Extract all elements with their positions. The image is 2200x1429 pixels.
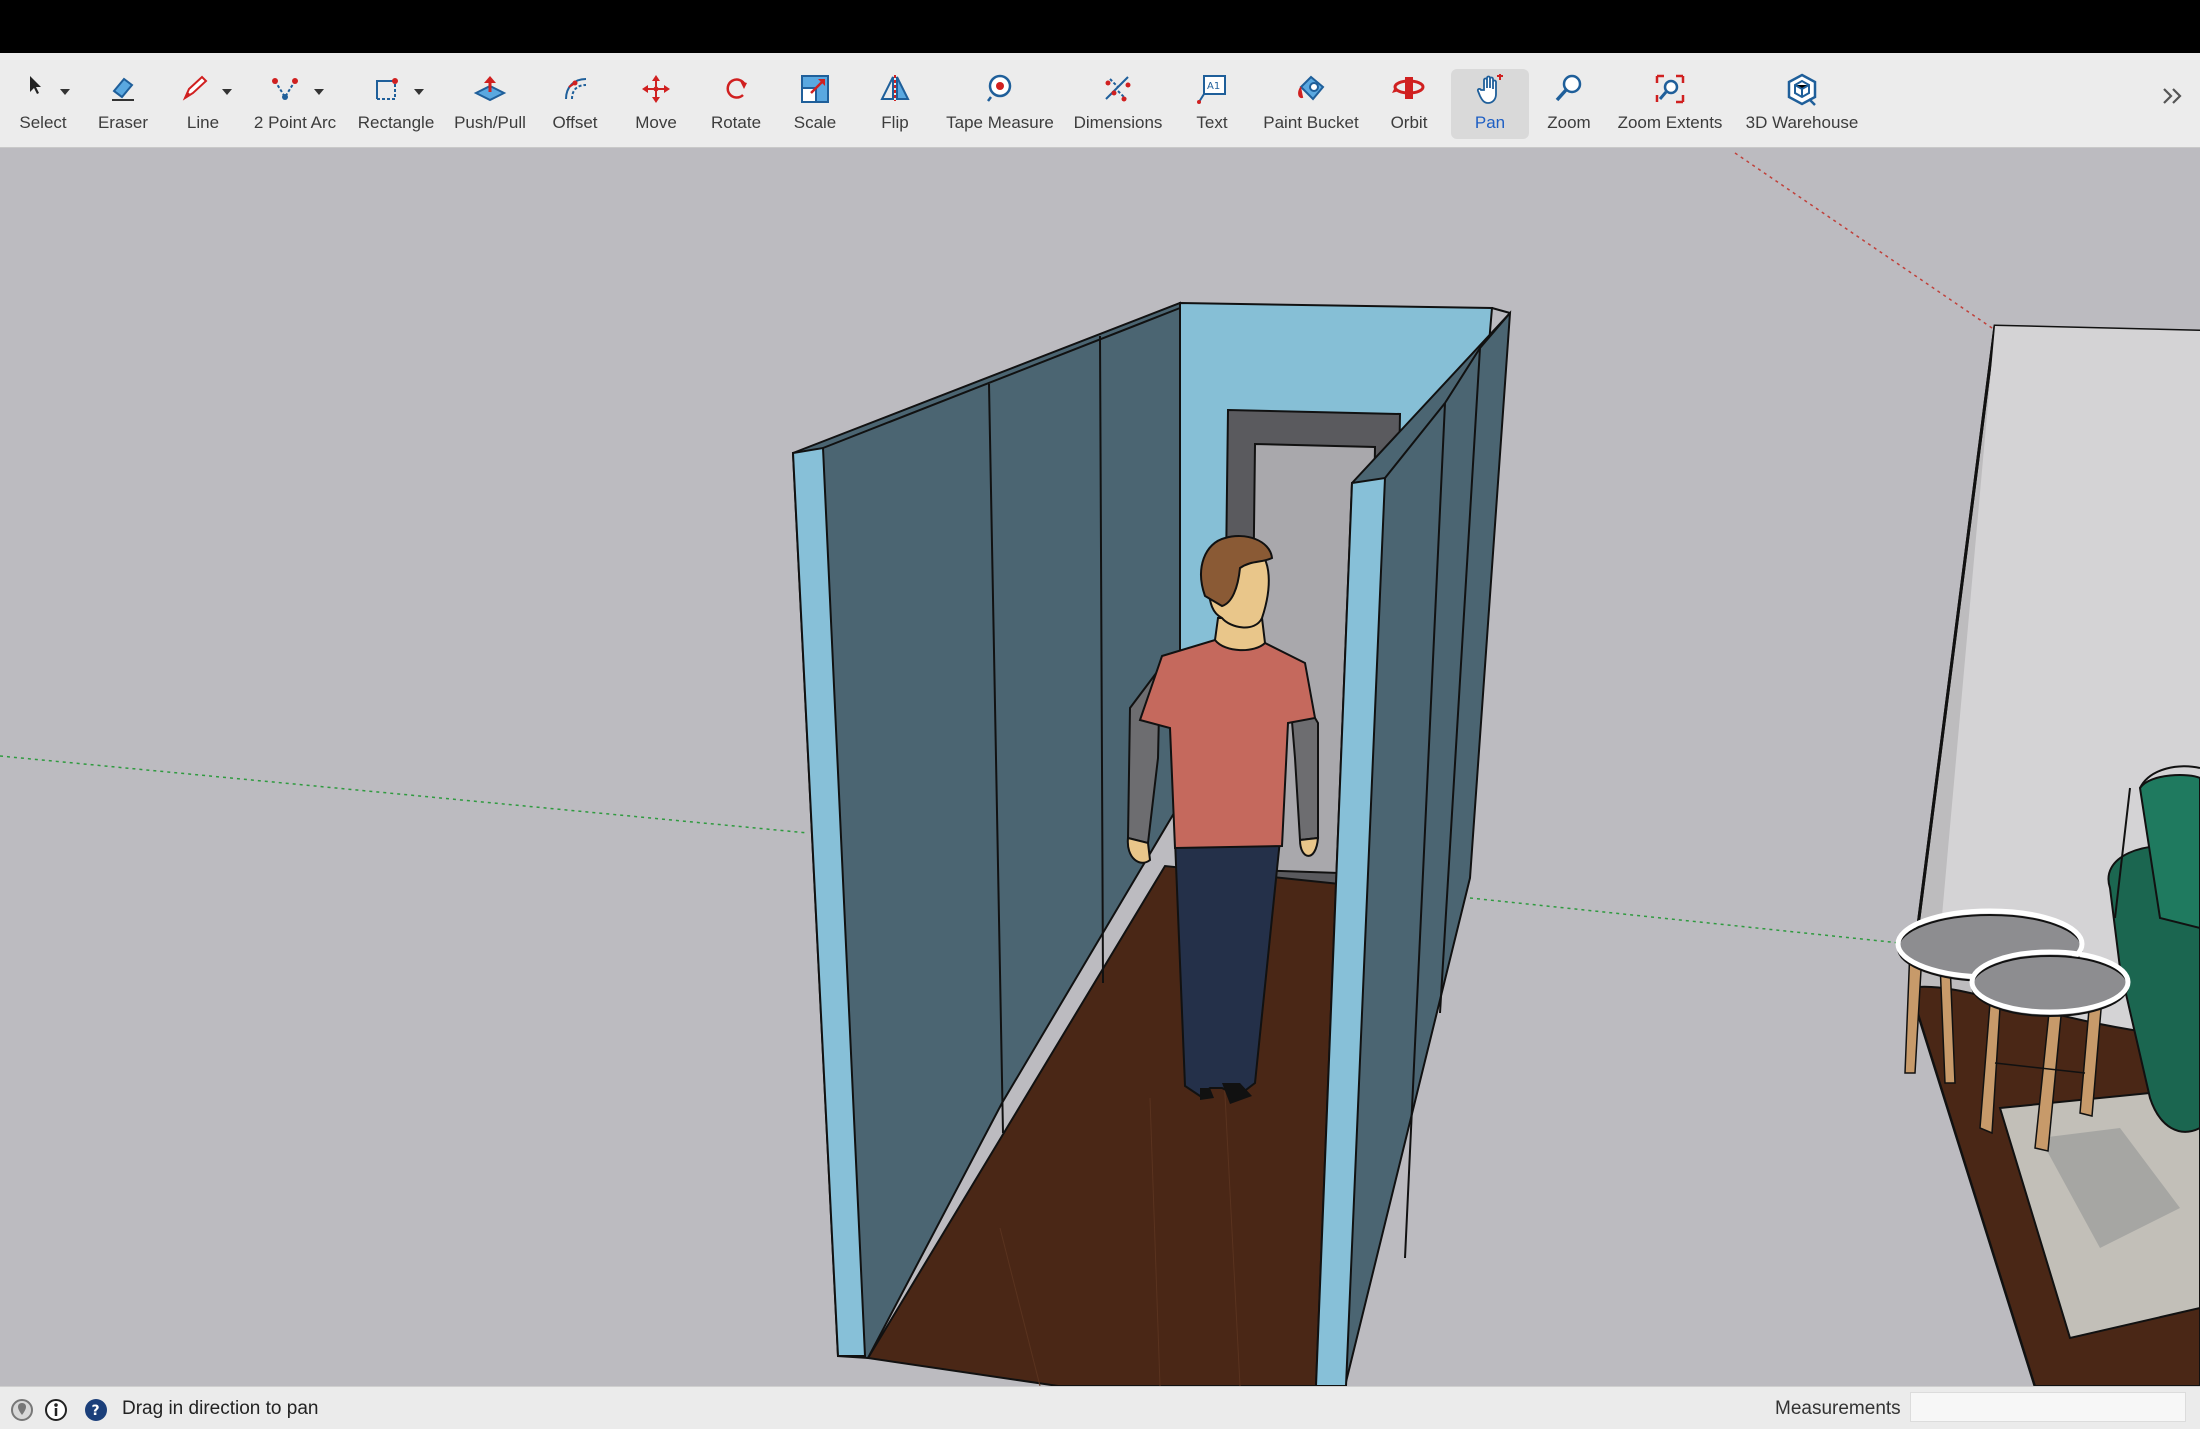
- zoom-extents-icon: [1612, 53, 1728, 113]
- tool-rectangle[interactable]: Rectangle: [352, 53, 440, 147]
- tool-2-point-arc[interactable]: 2 Point Arc: [248, 53, 342, 147]
- tool-scale[interactable]: Scale: [780, 53, 850, 147]
- tool-move[interactable]: Move: [620, 53, 692, 147]
- tool-orbit[interactable]: Orbit: [1376, 53, 1442, 147]
- tool-label: Eraser: [97, 113, 149, 132]
- tool-dimensions[interactable]: Dimensions: [1068, 53, 1168, 147]
- move-icon: [620, 53, 692, 113]
- tool-label: 3D Warehouse: [1745, 113, 1859, 132]
- svg-text:A1: A1: [1207, 81, 1220, 92]
- tool-zoom[interactable]: Zoom: [1536, 53, 1602, 147]
- tool-label: Select: [19, 113, 67, 132]
- status-message: Drag in direction to pan: [122, 1398, 319, 1419]
- scene-drawing: [0, 152, 2200, 1386]
- tool-3d-warehouse[interactable]: 3D Warehouse: [1738, 53, 1866, 147]
- text-icon: A1: [1178, 53, 1246, 113]
- tool-pan[interactable]: Pan: [1451, 69, 1529, 139]
- line-dropdown-icon[interactable]: [222, 89, 232, 95]
- flip-icon: [860, 53, 930, 113]
- rectangle-icon: [352, 53, 440, 113]
- status-bar: ? Drag in direction to pan Measurements: [0, 1386, 2200, 1429]
- tool-label: Flip: [881, 113, 909, 132]
- eraser-icon: [88, 53, 158, 113]
- tool-label: Offset: [552, 113, 598, 132]
- paint-bucket-icon: [1256, 53, 1366, 113]
- push-pull-icon: [448, 53, 532, 113]
- measurements-input[interactable]: [1910, 1392, 2186, 1422]
- svg-text:?: ?: [92, 1403, 100, 1419]
- red-axis-line: [1734, 152, 1996, 331]
- tool-line[interactable]: Line: [168, 53, 238, 147]
- arc-icon: [248, 53, 342, 113]
- tool-label: Scale: [793, 113, 837, 132]
- rectangle-dropdown-icon[interactable]: [414, 89, 424, 95]
- rotate-icon: [700, 53, 772, 113]
- tool-label: Rotate: [710, 113, 762, 132]
- tool-paint-bucket[interactable]: Paint Bucket: [1256, 53, 1366, 147]
- scale-icon: [780, 53, 850, 113]
- tool-label: Zoom: [1547, 113, 1591, 132]
- tool-rotate[interactable]: Rotate: [700, 53, 772, 147]
- tool-label: Text: [1196, 113, 1228, 132]
- tool-push-pull[interactable]: Push/Pull: [448, 53, 532, 147]
- tool-label: Paint Bucket: [1263, 113, 1359, 132]
- help-icon[interactable]: ?: [84, 1398, 108, 1422]
- tool-tape-measure[interactable]: Tape Measure: [940, 53, 1060, 147]
- tool-label: Move: [635, 113, 677, 132]
- tape-measure-icon: [940, 53, 1060, 113]
- tool-label: 2 Point Arc: [253, 113, 337, 132]
- credits-info-icon[interactable]: [44, 1398, 68, 1422]
- select-dropdown-icon[interactable]: [60, 89, 70, 95]
- tool-label: Push/Pull: [454, 113, 526, 132]
- geolocation-icon[interactable]: [10, 1398, 34, 1422]
- measurements-label: Measurements: [1775, 1398, 1901, 1419]
- tool-zoom-extents[interactable]: Zoom Extents: [1612, 53, 1728, 147]
- tool-label: Orbit: [1390, 113, 1428, 132]
- orbit-icon: [1376, 53, 1442, 113]
- pencil-icon: [168, 53, 238, 113]
- tool-label: Dimensions: [1073, 113, 1163, 132]
- tool-label: Tape Measure: [946, 113, 1054, 132]
- tool-offset[interactable]: Offset: [540, 53, 610, 147]
- arc-dropdown-icon[interactable]: [314, 89, 324, 95]
- 3d-warehouse-icon: [1738, 53, 1866, 113]
- dimensions-icon: [1068, 53, 1168, 113]
- tool-label: Line: [186, 113, 220, 132]
- green-axis-line: [0, 755, 809, 834]
- offset-icon: [540, 53, 610, 113]
- main-toolbar: Select Eraser Line 2 Point Arc Rectangle: [0, 53, 2200, 148]
- tool-eraser[interactable]: Eraser: [88, 53, 158, 147]
- green-axis-line-right: [1469, 897, 1901, 944]
- model-viewport[interactable]: [0, 148, 2200, 1386]
- pan-hand-icon: [1451, 69, 1529, 113]
- tool-label: Zoom Extents: [1617, 113, 1723, 132]
- toolbar-overflow-chevron-icon[interactable]: [2158, 81, 2188, 115]
- tool-select[interactable]: Select: [8, 53, 78, 147]
- tool-label: Rectangle: [357, 113, 435, 132]
- zoom-magnifier-icon: [1536, 53, 1602, 113]
- select-arrow-icon: [8, 53, 78, 113]
- tool-label: Pan: [1474, 113, 1506, 132]
- title-bar: [0, 0, 2200, 53]
- tool-text[interactable]: A1 Text: [1178, 53, 1246, 147]
- tool-flip[interactable]: Flip: [860, 53, 930, 147]
